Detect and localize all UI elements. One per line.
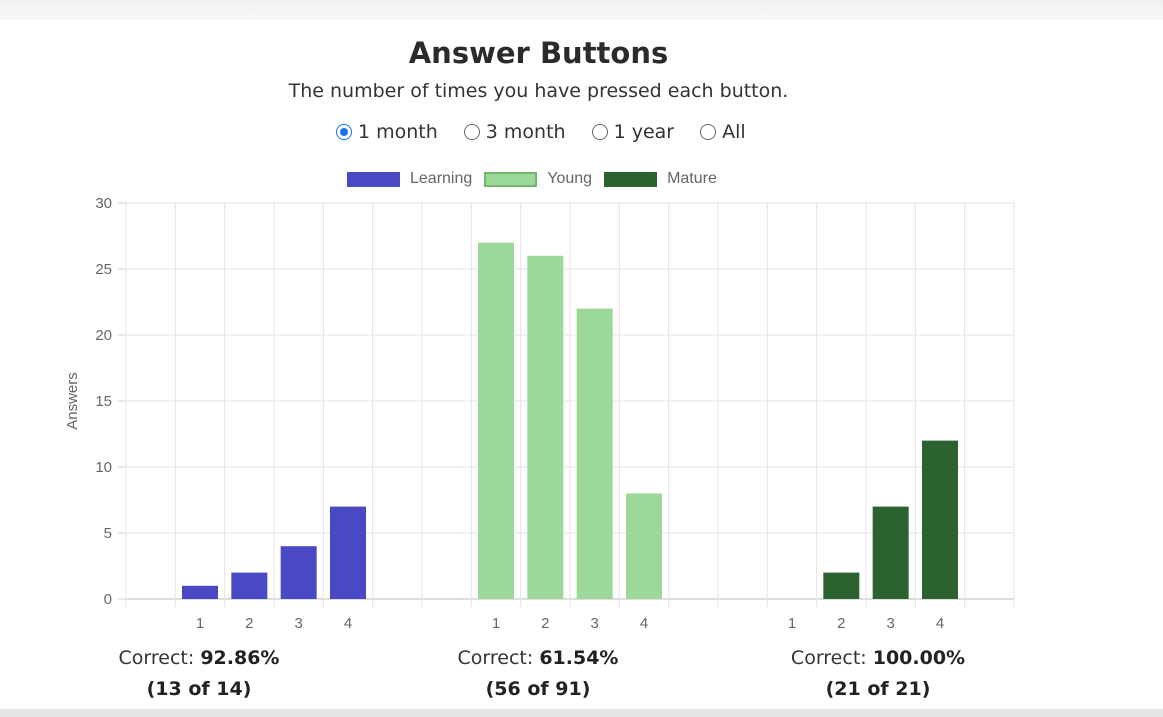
y-tick-label: 25 xyxy=(95,261,112,278)
correct-prefix: Correct: xyxy=(457,647,540,669)
correct-percent: 100.00% xyxy=(872,647,966,669)
y-axis-label: Answers xyxy=(64,372,81,430)
y-tick-label: 15 xyxy=(95,393,112,410)
correct-summary-mature: Correct: 100.00% (21 of 21) xyxy=(748,643,1008,705)
bottom-bar xyxy=(0,709,1163,717)
x-tick-label: 1 xyxy=(492,615,500,632)
x-tick-label: 2 xyxy=(245,615,253,632)
correct-prefix: Correct: xyxy=(118,647,201,669)
bar-mature-2 xyxy=(823,572,860,599)
y-tick-label: 0 xyxy=(104,591,112,608)
bar-young-2 xyxy=(527,255,564,600)
y-tick-label: 5 xyxy=(104,525,112,542)
correct-detail: (56 of 91) xyxy=(485,678,591,700)
bar-young-3 xyxy=(576,308,613,599)
bar-learning-4 xyxy=(330,506,366,599)
x-tick-label: 2 xyxy=(837,615,845,632)
x-tick-label: 4 xyxy=(936,615,944,632)
bar-mature-3 xyxy=(872,506,909,599)
y-tick-label: 20 xyxy=(95,327,112,344)
x-tick-label: 4 xyxy=(640,615,648,632)
x-tick-label: 3 xyxy=(590,615,598,632)
correct-summary-young: Correct: 61.54% (56 of 91) xyxy=(408,643,668,705)
x-tick-label: 4 xyxy=(344,615,352,632)
bar-young-4 xyxy=(626,493,662,599)
correct-detail: (13 of 14) xyxy=(146,678,252,700)
x-tick-label: 3 xyxy=(294,615,302,632)
correct-percent: 92.86% xyxy=(200,647,280,669)
bar-learning-2 xyxy=(231,572,268,599)
correct-detail: (21 of 21) xyxy=(825,678,931,700)
x-tick-label: 1 xyxy=(788,615,796,632)
bar-young-1 xyxy=(478,242,514,599)
bar-learning-3 xyxy=(280,546,317,599)
correct-summary-learning: Correct: 92.86% (13 of 14) xyxy=(69,643,329,705)
bar-learning-1 xyxy=(182,585,218,599)
correct-percent: 61.54% xyxy=(539,647,619,669)
correct-prefix: Correct: xyxy=(790,647,873,669)
x-tick-label: 3 xyxy=(886,615,894,632)
y-tick-label: 30 xyxy=(95,195,112,212)
y-tick-label: 10 xyxy=(95,459,112,476)
answer-buttons-chart: 0 5 10 15 20 25 30 Answers 1 2 3 4 1 2 3 4 1 2 3 4 xyxy=(64,195,1015,632)
x-tick-label: 1 xyxy=(196,615,204,632)
bar-mature-4 xyxy=(922,440,958,599)
x-tick-label: 2 xyxy=(541,615,549,632)
